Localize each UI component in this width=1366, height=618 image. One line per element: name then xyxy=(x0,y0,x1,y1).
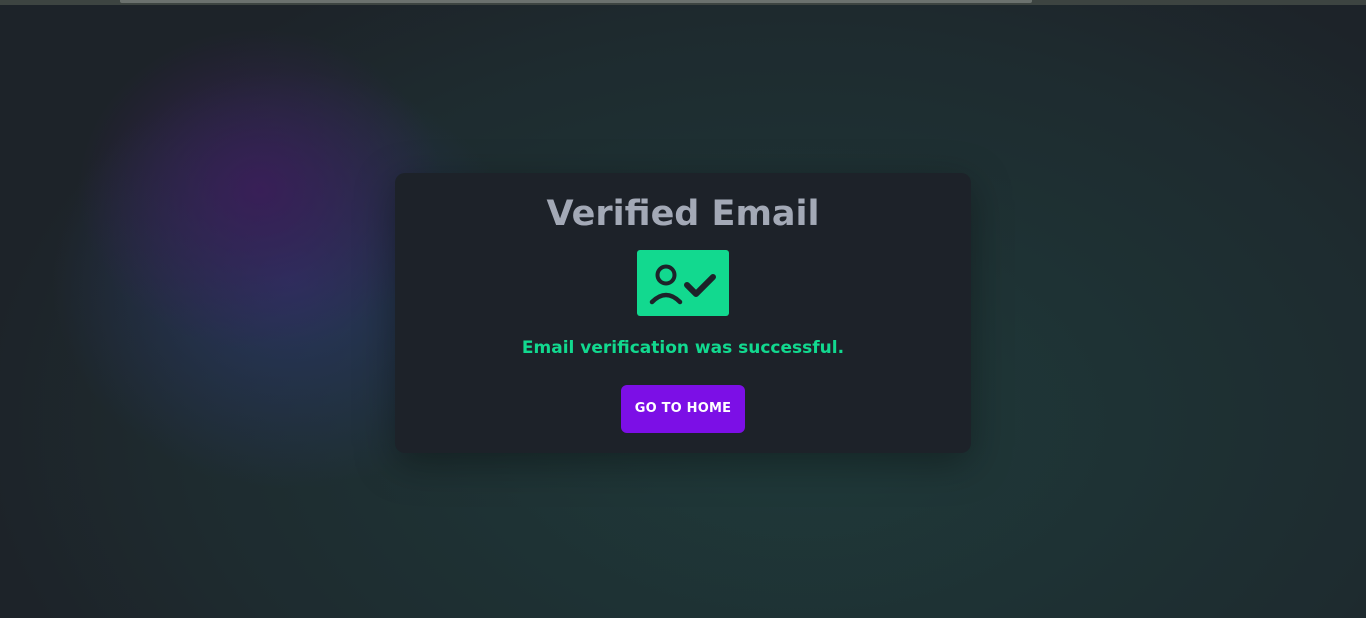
top-scrollbar[interactable] xyxy=(0,0,1366,5)
success-message: Email verification was successful. xyxy=(521,338,845,358)
verification-card: Verified Email Email verification was su… xyxy=(395,173,971,453)
go-to-home-button[interactable]: GO TO HOME xyxy=(621,385,745,433)
page-title: Verified Email xyxy=(546,194,820,234)
scrollbar-thumb[interactable] xyxy=(120,0,1032,3)
verified-user-icon xyxy=(637,250,729,316)
